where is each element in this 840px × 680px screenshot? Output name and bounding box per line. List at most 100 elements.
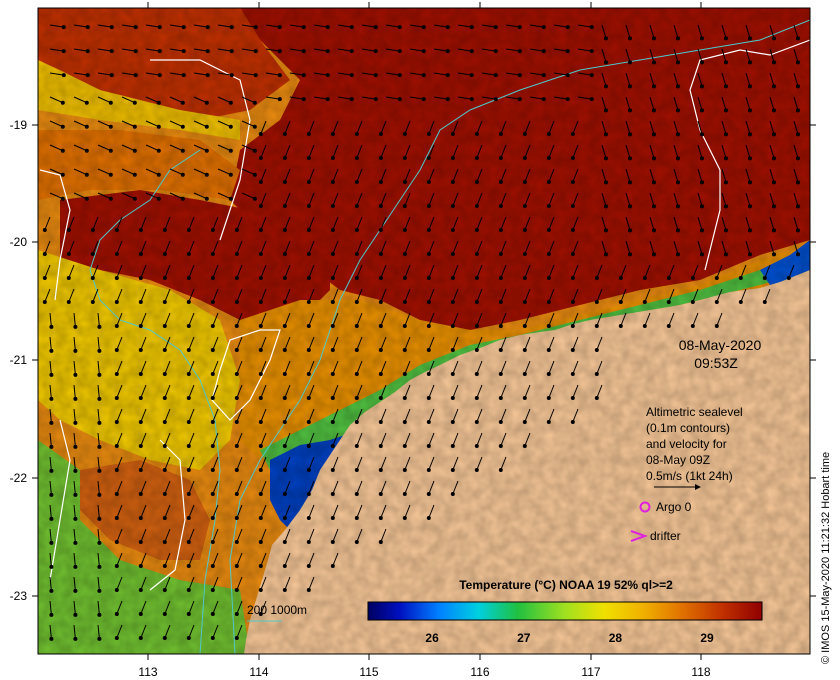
velocity-arrow-head — [426, 492, 431, 496]
velocity-arrow-head — [258, 372, 263, 376]
velocity-arrow-head — [565, 97, 570, 102]
velocity-arrow-head — [306, 564, 311, 568]
velocity-arrow-head — [138, 276, 143, 280]
velocity-arrow-head — [210, 396, 215, 400]
velocity-arrow-head — [258, 228, 263, 232]
velocity-arrow-head — [114, 468, 119, 472]
velocity-arrow-head — [186, 516, 191, 520]
velocity-arrow-head — [210, 540, 215, 544]
velocity-arrow-head — [474, 252, 479, 256]
velocity-arrow-head — [378, 468, 383, 472]
velocity-arrow-head — [234, 516, 239, 520]
velocity-arrow-head — [628, 156, 632, 161]
velocity-arrow-head — [378, 324, 383, 328]
velocity-arrow-head — [157, 25, 162, 30]
velocity-arrow-head — [258, 420, 263, 424]
colorbar-tick-label: 27 — [517, 631, 531, 645]
velocity-arrow-head — [282, 252, 287, 256]
velocity-arrow-head — [474, 444, 479, 448]
velocity-arrow-head — [628, 60, 632, 65]
velocity-arrow-head — [258, 156, 263, 160]
velocity-arrow-head — [373, 97, 378, 102]
velocity-arrow-head — [157, 49, 162, 54]
velocity-arrow-head — [570, 300, 575, 304]
velocity-arrow-head — [330, 180, 335, 184]
velocity-arrow-head — [354, 132, 359, 136]
velocity-arrow-head — [138, 612, 143, 616]
velocity-arrow-head — [234, 276, 239, 280]
velocity-arrow-head — [277, 73, 282, 78]
velocity-arrow-head — [474, 204, 479, 208]
velocity-arrow-head — [85, 73, 90, 78]
velocity-arrow-head — [796, 156, 800, 161]
velocity-arrow-head — [156, 172, 161, 177]
velocity-arrow-head — [84, 172, 89, 177]
velocity-arrow-head — [204, 172, 209, 177]
velocity-arrow-head — [378, 228, 383, 232]
velocity-arrow-head — [73, 324, 78, 329]
velocity-arrow-head — [748, 252, 752, 257]
velocity-arrow-head — [186, 348, 191, 352]
velocity-arrow-head — [604, 132, 608, 137]
velocity-arrow-head — [402, 132, 407, 136]
velocity-arrow-head — [85, 49, 90, 54]
velocity-arrow-head — [354, 348, 359, 352]
velocity-arrow-head — [234, 372, 239, 376]
velocity-arrow-head — [546, 252, 551, 256]
velocity-arrow-head — [132, 172, 137, 177]
velocity-arrow-head — [748, 180, 752, 185]
velocity-arrow-head — [282, 588, 287, 592]
velocity-arrow-head — [234, 444, 239, 448]
velocity-arrow-head — [652, 156, 656, 161]
velocity-arrow-head — [652, 132, 656, 137]
velocity-arrow-head — [402, 324, 407, 328]
velocity-arrow-head — [426, 444, 431, 448]
velocity-arrow-head — [714, 300, 719, 304]
velocity-arrow-head — [210, 324, 215, 328]
velocity-arrow-head — [676, 132, 680, 137]
velocity-arrow-head — [253, 25, 258, 30]
velocity-arrow-head — [618, 300, 623, 304]
velocity-arrow-head — [306, 396, 311, 400]
plot-area — [38, 8, 810, 654]
velocity-arrow-head — [354, 420, 359, 424]
velocity-arrow-head — [210, 300, 215, 304]
velocity-arrow-head — [306, 348, 311, 352]
velocity-arrow-head — [402, 156, 407, 160]
velocity-arrow-head — [421, 73, 426, 78]
velocity-arrow-head — [138, 324, 143, 328]
velocity-arrow-head — [252, 148, 257, 153]
velocity-arrow-head — [498, 180, 503, 184]
velocity-arrow-head — [772, 60, 776, 65]
velocity-arrow-head — [604, 204, 608, 209]
velocity-arrow-head — [522, 348, 527, 352]
velocity-arrow-head — [73, 516, 78, 521]
velocity-arrow-head — [234, 252, 239, 256]
velocity-arrow-head — [748, 60, 752, 65]
velocity-arrow-head — [570, 372, 575, 376]
velocity-arrow-head — [450, 324, 455, 328]
velocity-arrow-head — [49, 636, 54, 641]
velocity-arrow-head — [402, 516, 407, 520]
velocity-arrow-head — [724, 204, 728, 209]
velocity-arrow-head — [628, 180, 632, 185]
velocity-arrow-head — [426, 156, 431, 160]
velocity-arrow-head — [186, 444, 191, 448]
velocity-arrow-head — [474, 276, 479, 280]
velocity-arrow-head — [114, 540, 119, 544]
velocity-arrow-head — [378, 300, 383, 304]
velocity-arrow-head — [330, 252, 335, 256]
velocity-arrow-head — [325, 25, 330, 30]
velocity-arrow-head — [258, 540, 263, 544]
velocity-arrow-head — [604, 180, 608, 185]
velocity-arrow-head — [42, 228, 47, 232]
velocity-arrow-head — [114, 348, 119, 352]
x-tick-label: 117 — [581, 665, 600, 679]
velocity-arrow-head — [234, 420, 239, 424]
velocity-arrow-head — [181, 73, 186, 78]
velocity-arrow-head — [469, 25, 474, 30]
velocity-arrow-head — [306, 444, 311, 448]
velocity-arrow-head — [378, 372, 383, 376]
velocity-arrow-head — [66, 300, 71, 304]
velocity-arrow-head — [354, 516, 359, 520]
